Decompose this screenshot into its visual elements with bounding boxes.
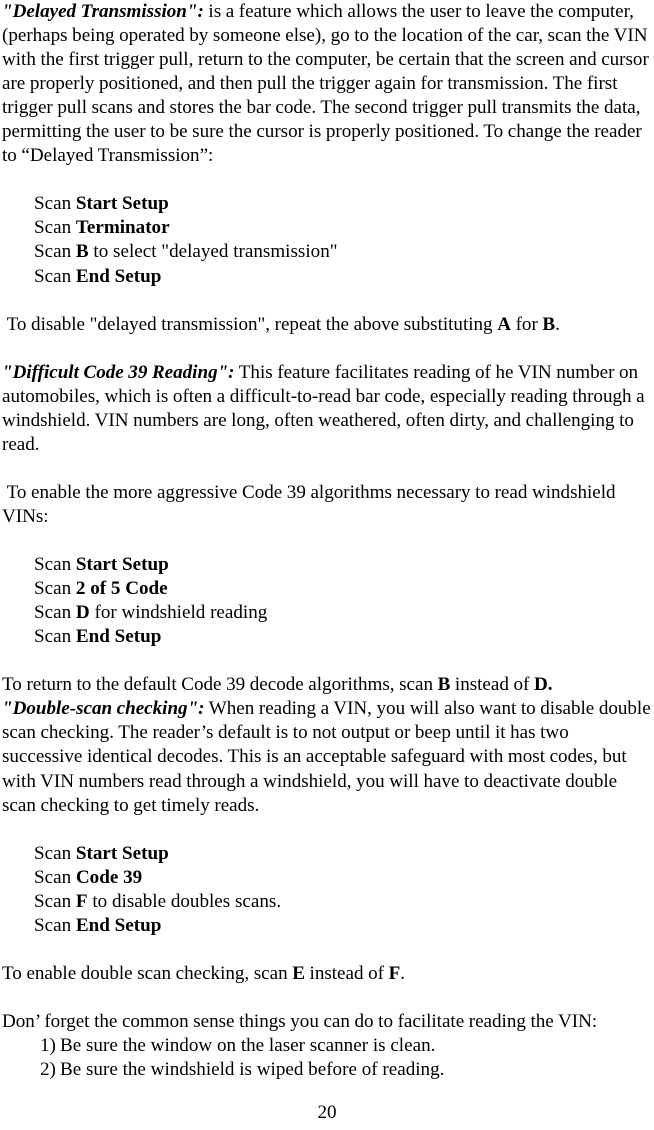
scan-step-suffix: to disable doubles scans. bbox=[87, 890, 282, 912]
list-item: 2) Be sure the windshield is wiped before… bbox=[2, 1058, 652, 1082]
section-double-scan-checking-paragraph: "Double-scan checking": When reading a V… bbox=[2, 697, 652, 817]
scan-step: Scan F to disable doubles scans. bbox=[34, 890, 652, 914]
scan-step-target: Start Setup bbox=[75, 842, 169, 864]
tips-list: 1) Be sure the window on the laser scanne… bbox=[2, 1034, 652, 1082]
closing-code-a: A bbox=[497, 313, 511, 335]
scan-step-prefix: Scan bbox=[34, 217, 76, 239]
scan-step-prefix: Scan bbox=[34, 842, 76, 864]
scan-step-prefix: Scan bbox=[34, 626, 76, 648]
scan-step-target: Start Setup bbox=[75, 193, 169, 215]
closing-text-before: To return to the default Code 39 decode … bbox=[2, 674, 438, 696]
closing-code-b: B bbox=[542, 313, 556, 335]
scan-step-target: Code 39 bbox=[75, 866, 143, 888]
list-item-text: Be sure the windshield is wiped before o… bbox=[60, 1059, 445, 1081]
scan-step-target: End Setup bbox=[75, 914, 162, 936]
scan-step-prefix: Scan bbox=[34, 241, 76, 263]
section-heading-difficult-code-39: "Difficult Code 39 Reading": bbox=[2, 361, 235, 383]
scan-step-prefix: Scan bbox=[34, 602, 76, 624]
scan-step-prefix: Scan bbox=[34, 265, 76, 287]
closing-delayed-transmission: To disable "delayed transmission", repea… bbox=[2, 313, 652, 337]
section-heading-delayed-transmission: "Delayed Transmission": bbox=[2, 1, 204, 22]
scan-step-prefix: Scan bbox=[34, 193, 76, 215]
scan-step-target: D bbox=[75, 602, 90, 624]
scan-step-suffix: for windshield reading bbox=[89, 602, 268, 624]
list-item-text: Be sure the window on the laser scanner … bbox=[60, 1035, 436, 1057]
scan-step-prefix: Scan bbox=[34, 866, 76, 888]
scan-step: Scan End Setup bbox=[34, 265, 652, 289]
scan-step: Scan B to select "delayed transmission" bbox=[34, 240, 652, 264]
scan-step-suffix: to select "delayed transmission" bbox=[88, 241, 338, 263]
closing-code-b: B bbox=[437, 674, 451, 696]
page-number: 20 bbox=[317, 1102, 337, 1123]
closing-code-f: F bbox=[388, 962, 401, 984]
scan-step: Scan Start Setup bbox=[34, 842, 652, 866]
scan-step: Scan 2 of 5 Code bbox=[34, 577, 652, 601]
scan-steps-difficult-code-39: Scan Start Setup Scan 2 of 5 Code Scan D… bbox=[2, 553, 652, 649]
closing-difficult-code-39: To return to the default Code 39 decode … bbox=[2, 673, 652, 697]
intro-difficult-code-39: To enable the more aggressive Code 39 al… bbox=[2, 481, 620, 527]
scan-steps-double-scan-checking: Scan Start Setup Scan Code 39 Scan F to … bbox=[2, 842, 652, 938]
scan-steps-delayed-transmission: Scan Start Setup Scan Terminator Scan B … bbox=[2, 192, 652, 288]
scan-step-target: End Setup bbox=[75, 265, 162, 287]
scan-step-target: Start Setup bbox=[75, 554, 169, 576]
scan-step-target: B bbox=[75, 241, 89, 263]
scan-step-target: Terminator bbox=[75, 217, 170, 239]
section-body-delayed-transmission: is a feature which allows the user to le… bbox=[2, 1, 649, 167]
closing-text-middle: instead of bbox=[304, 962, 389, 984]
closing-text-after: . bbox=[555, 313, 560, 335]
closing-text-middle: instead of bbox=[450, 674, 534, 696]
document-page: "Delayed Transmission": is a feature whi… bbox=[0, 0, 654, 1130]
scan-step-prefix: Scan bbox=[34, 578, 76, 600]
scan-step: Scan End Setup bbox=[34, 625, 652, 649]
closing-text-middle: for bbox=[510, 313, 543, 335]
closing-code-d: D. bbox=[533, 674, 553, 696]
list-item-marker: 1) bbox=[40, 1035, 56, 1057]
scan-step-prefix: Scan bbox=[34, 890, 76, 912]
list-item-marker: 2) bbox=[40, 1059, 56, 1081]
list-item: 1) Be sure the window on the laser scanne… bbox=[2, 1034, 652, 1058]
tips-intro: Don’ forget the common sense things you … bbox=[2, 1010, 598, 1032]
scan-step: Scan Start Setup bbox=[34, 553, 652, 577]
scan-step: Scan Terminator bbox=[34, 216, 652, 240]
section-heading-double-scan-checking: "Double-scan checking": bbox=[2, 698, 205, 720]
closing-text-before: To enable double scan checking, scan bbox=[2, 962, 293, 984]
closing-code-e: E bbox=[292, 962, 305, 984]
scan-step-target: End Setup bbox=[75, 626, 162, 648]
scan-step: Scan D for windshield reading bbox=[34, 601, 652, 625]
closing-text-after: . bbox=[400, 962, 405, 984]
scan-step: Scan Code 39 bbox=[34, 866, 652, 890]
scan-step-target: 2 of 5 Code bbox=[75, 578, 168, 600]
closing-text-before: To disable "delayed transmission", repea… bbox=[2, 313, 498, 335]
scan-step-prefix: Scan bbox=[34, 914, 76, 936]
closing-double-scan-checking: To enable double scan checking, scan E i… bbox=[2, 962, 652, 986]
scan-step: Scan Start Setup bbox=[34, 192, 652, 216]
section-difficult-code-39-paragraph: "Difficult Code 39 Reading": This featur… bbox=[2, 361, 652, 457]
scan-step-prefix: Scan bbox=[34, 554, 76, 576]
scan-step-target: F bbox=[75, 890, 88, 912]
section-delayed-transmission-paragraph: "Delayed Transmission": is a feature whi… bbox=[2, 0, 652, 168]
scan-step: Scan End Setup bbox=[34, 914, 652, 938]
